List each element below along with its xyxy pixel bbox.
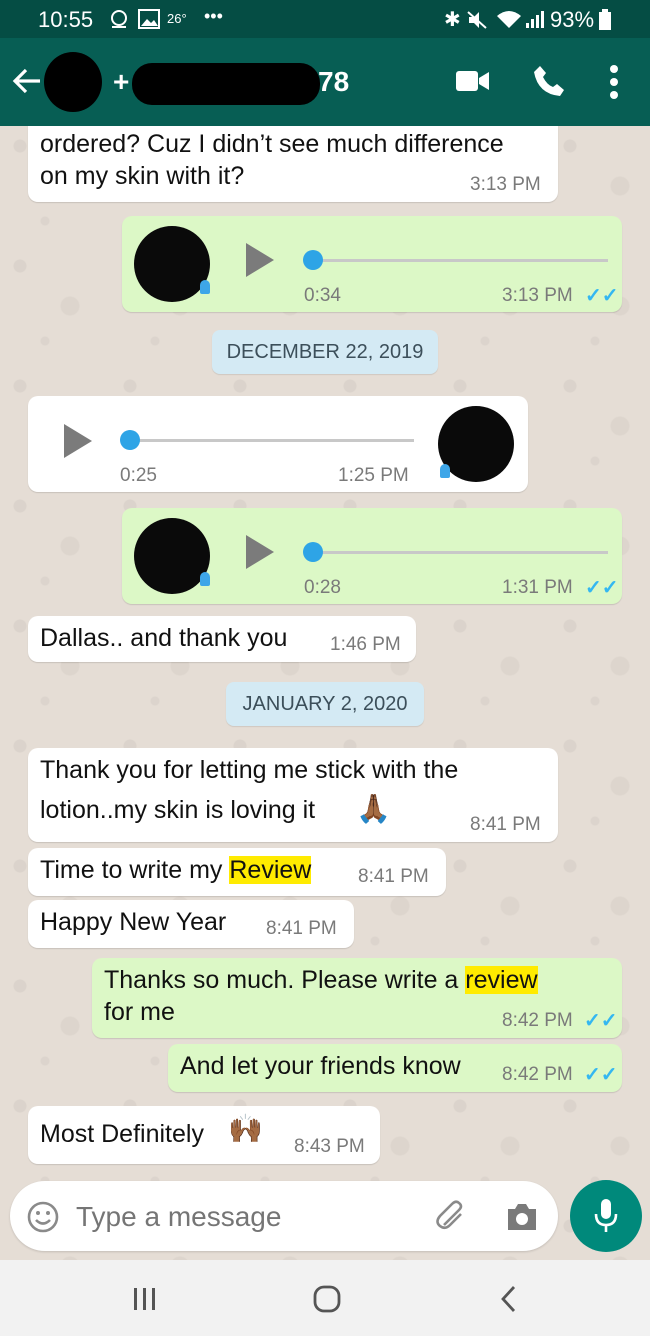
message-time: 1:46 PM — [330, 634, 401, 655]
gallery-icon — [138, 9, 160, 29]
read-ticks-icon: ✓✓ — [585, 577, 619, 599]
highlighted-word: Review — [229, 856, 312, 884]
message-time: 8:42 PM — [502, 1064, 573, 1085]
attach-icon[interactable] — [434, 1199, 470, 1235]
sender-avatar — [134, 226, 210, 302]
message-incoming[interactable]: Happy New Year 8:41 PM — [28, 900, 354, 948]
message-text: ordered? Cuz I didn’t see much differenc… — [40, 130, 504, 158]
signal-icon — [526, 11, 544, 28]
pray-emoji: 🙏🏾 — [356, 793, 391, 824]
mic-indicator-icon — [200, 280, 210, 294]
message-time: 1:25 PM — [338, 465, 409, 486]
home-icon[interactable] — [312, 1284, 342, 1314]
voice-call-icon[interactable] — [532, 64, 566, 98]
back-arrow-icon[interactable] — [12, 66, 42, 96]
message-time: 1:31 PM — [502, 577, 573, 598]
message-text: Thanks so much. Please write a review — [104, 966, 538, 994]
bluetooth-icon: ✱ — [444, 9, 461, 31]
mic-indicator-icon — [440, 464, 450, 478]
message-outgoing[interactable]: Thanks so much. Please write a review fo… — [92, 958, 622, 1038]
message-incoming[interactable]: Thank you for letting me stick with the … — [28, 748, 558, 842]
voice-duration: 0:28 — [304, 577, 341, 598]
play-icon[interactable] — [64, 424, 92, 458]
message-text: Happy New Year — [40, 908, 227, 936]
seekbar-knob[interactable] — [303, 250, 323, 270]
date-separator: DECEMBER 22, 2019 — [212, 330, 438, 374]
system-nav-bar — [0, 1260, 650, 1336]
message-time: 8:42 PM — [502, 1010, 573, 1031]
voice-message-outgoing[interactable]: 0:34 3:13 PM ✓✓ — [122, 216, 622, 312]
temperature: 26° — [167, 11, 187, 26]
message-text: And let your friends know — [180, 1052, 461, 1080]
status-bar: 10:55 26° ••• ✱ 93% — [0, 0, 650, 38]
message-time: 3:13 PM — [502, 285, 573, 306]
message-time: 8:41 PM — [470, 814, 541, 835]
play-icon[interactable] — [246, 243, 274, 277]
contact-prefix: + — [113, 66, 130, 97]
date-separator: JANUARY 2, 2020 — [226, 682, 424, 726]
message-text: Thank you for letting me stick with the — [40, 756, 459, 784]
recents-icon[interactable] — [132, 1286, 158, 1312]
mic-indicator-icon — [200, 572, 210, 586]
message-time: 8:43 PM — [294, 1136, 365, 1157]
message-composer — [10, 1181, 558, 1251]
video-call-icon[interactable] — [455, 68, 491, 94]
seekbar-knob[interactable] — [303, 542, 323, 562]
wifi-icon — [497, 11, 521, 28]
chat-header: + 78 — [0, 38, 650, 126]
contact-suffix: 78 — [318, 66, 350, 97]
message-time: 3:13 PM — [470, 174, 541, 195]
sender-avatar — [134, 518, 210, 594]
voice-message-outgoing[interactable]: 0:28 1:31 PM ✓✓ — [122, 508, 622, 604]
voice-record-button[interactable] — [570, 1180, 642, 1252]
message-text: Time to write my Review — [40, 856, 312, 884]
read-ticks-icon: ✓✓ — [584, 1010, 618, 1032]
contact-avatar[interactable] — [44, 52, 102, 112]
battery-percent: 93% — [550, 7, 595, 32]
voice-duration: 0:34 — [304, 285, 341, 306]
camera-icon[interactable] — [504, 1201, 540, 1233]
message-incoming[interactable]: ordered? Cuz I didn’t see much differenc… — [28, 126, 558, 202]
message-text: on my skin with it? — [40, 162, 245, 190]
read-ticks-icon: ✓✓ — [584, 1064, 618, 1086]
emoji-icon[interactable] — [26, 1200, 60, 1234]
status-time: 10:55 — [38, 7, 94, 32]
message-input[interactable] — [74, 1195, 418, 1239]
message-incoming[interactable]: Most Definitely 🙌🏾 8:43 PM — [28, 1106, 380, 1164]
message-outgoing[interactable]: And let your friends know 8:42 PM ✓✓ — [168, 1044, 622, 1092]
message-time: 8:41 PM — [358, 866, 429, 887]
message-text: Most Definitely — [40, 1120, 204, 1148]
more-notifications: ••• — [204, 6, 223, 26]
more-vert-icon[interactable] — [608, 64, 620, 100]
redacted-number — [132, 63, 320, 105]
nav-back-icon[interactable] — [498, 1284, 518, 1314]
audio-seekbar[interactable] — [128, 439, 414, 442]
mute-icon — [467, 11, 487, 29]
message-text: lotion..my skin is loving it — [40, 796, 316, 824]
seekbar-knob[interactable] — [120, 430, 140, 450]
read-ticks-icon: ✓✓ — [585, 285, 619, 307]
audio-seekbar[interactable] — [312, 259, 608, 262]
play-icon[interactable] — [246, 535, 274, 569]
message-incoming[interactable]: Time to write my Review 8:41 PM — [28, 848, 446, 896]
message-time: 8:41 PM — [266, 918, 337, 939]
voice-duration: 0:25 — [120, 465, 157, 486]
mic-icon — [594, 1199, 618, 1232]
chat-area[interactable]: ordered? Cuz I didn’t see much differenc… — [0, 126, 650, 1260]
raised-hands-emoji: 🙌🏾 — [228, 1113, 263, 1144]
battery-icon — [599, 9, 611, 30]
message-text: Dallas.. and thank you — [40, 624, 288, 652]
notification-icon — [111, 10, 127, 28]
message-incoming[interactable]: Dallas.. and thank you 1:46 PM — [28, 616, 416, 662]
highlighted-word: review — [465, 966, 538, 994]
voice-message-incoming[interactable]: 0:25 1:25 PM — [28, 396, 528, 492]
audio-seekbar[interactable] — [312, 551, 608, 554]
message-text: for me — [104, 998, 175, 1026]
